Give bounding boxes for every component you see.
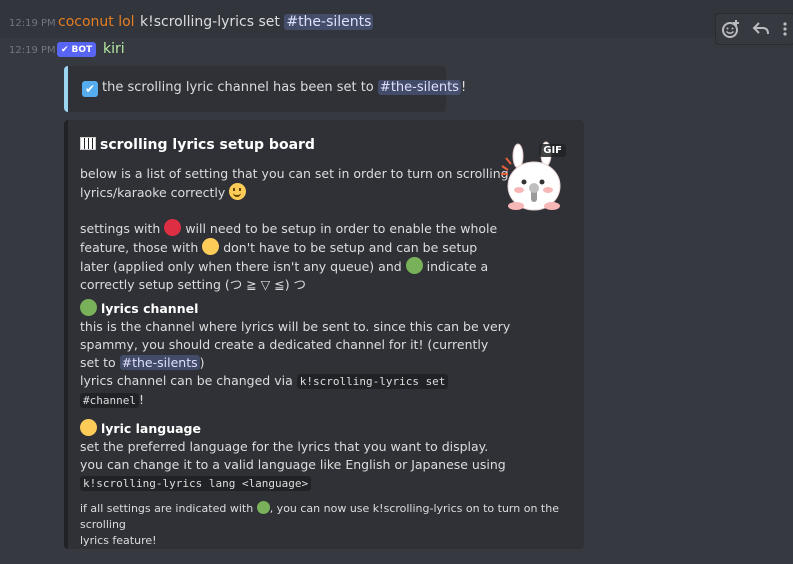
channel-mention[interactable]: #the-silents (119, 355, 200, 370)
field-line: set to #the-silents) (80, 354, 510, 372)
legend-part: settings with (80, 221, 161, 236)
smile-emoji-icon (229, 183, 247, 200)
bot-badge-label: BOT (71, 44, 93, 55)
legend-part: indicate a (426, 259, 489, 274)
message-author[interactable]: coconut lol (58, 14, 135, 30)
legend-part: later (applied only when there isn't any… (80, 259, 402, 274)
field-text: ! (138, 392, 144, 407)
hash-icon: # (379, 80, 391, 95)
field-line: spammy, you should create a dedicated ch… (80, 337, 489, 352)
yellow-circle-icon (202, 238, 220, 255)
confirm-text: ✔ the scrolling lyric channel has been se… (82, 80, 466, 97)
embed-title-text: scrolling lyrics setup board (100, 137, 315, 153)
red-circle-icon (164, 219, 182, 236)
footer-line: lyrics feature! (80, 534, 157, 547)
yellow-circle-icon (80, 419, 97, 436)
field-line: k!scrolling-lyrics lang <language> (80, 474, 506, 493)
legend-part: don't have to be setup and can be setup (223, 240, 478, 255)
legend-part: will need to be setup in order to enable… (185, 221, 498, 236)
message-timestamp: 12:19 PM (9, 18, 56, 29)
intro-text: below is a list of setting that you can … (80, 165, 509, 202)
field-lyric-language: lyric language set the preferred languag… (80, 419, 506, 493)
confirm-embed: ✔ the scrolling lyric channel has been se… (64, 66, 466, 112)
footer-note: if all settings are indicated with , you… (80, 501, 584, 549)
green-circle-icon (256, 501, 270, 514)
more-icon (783, 22, 787, 36)
legend-line: feature, those with don't have to be set… (80, 238, 497, 257)
bot-badge: ✔ BOT (57, 42, 97, 57)
legend-text: settings with will need to be setup in o… (80, 219, 497, 294)
embed-title: scrolling lyrics setup board (80, 137, 315, 153)
channel-mention[interactable]: #the-silents (377, 80, 461, 95)
field-line: you can change it to a valid language li… (80, 457, 506, 472)
reply-icon (752, 22, 769, 35)
add-reaction-button[interactable] (716, 14, 746, 44)
footer-line: if all settings are indicated with , you… (80, 501, 584, 533)
confirm-suffix: ! (460, 80, 467, 95)
channel-mention-name: the-silents (390, 80, 459, 95)
green-circle-icon (80, 299, 97, 316)
legend-line: later (applied only when there isn't any… (80, 257, 497, 276)
field-name-line: lyrics channel (80, 299, 510, 318)
intro-line: lyrics/karaoke correctly (80, 183, 509, 202)
command-text: k!scrolling-lyrics set (140, 14, 280, 30)
setup-embed: scrolling lyrics setup board below is a … (64, 120, 584, 549)
legend-line: settings with will need to be setup in o… (80, 219, 497, 238)
inline-code: #channel (80, 393, 139, 408)
field-text: set to (80, 355, 116, 370)
green-circle-icon (405, 257, 423, 274)
field-text: lyrics channel can be changed via (80, 373, 293, 388)
confirm-message: the scrolling lyric channel has been set… (102, 80, 374, 95)
field-lyrics-channel: lyrics channel this is the channel where… (80, 299, 510, 410)
channel-mention[interactable]: #the-silents (284, 14, 374, 30)
message-timestamp: 12:19 PM (9, 45, 56, 56)
field-line: #channel! (80, 391, 510, 410)
inline-code: k!scrolling-lyrics lang <language> (80, 476, 312, 491)
inline-code: k!scrolling-lyrics set (296, 374, 449, 389)
piano-icon (80, 137, 96, 150)
intro-line: below is a list of setting that you can … (80, 166, 509, 181)
embed-thumbnail-gif[interactable]: GIF (498, 136, 570, 212)
intro-line-text: lyrics/karaoke correctly (80, 185, 226, 200)
message-author[interactable]: kiri (103, 41, 125, 57)
field-name: lyrics channel (100, 301, 199, 316)
legend-part: feature, those with (80, 240, 199, 255)
field-name-line: lyric language (80, 419, 506, 438)
reply-button[interactable] (746, 14, 776, 44)
message-content: k!scrolling-lyrics set #the-silents (140, 14, 374, 30)
field-name: lyric language (100, 421, 201, 436)
field-line: set the preferred language for the lyric… (80, 439, 489, 454)
field-line: this is the channel where lyrics will be… (80, 319, 511, 334)
more-options-button[interactable] (776, 14, 793, 44)
hash-icon: # (121, 355, 133, 370)
add-reaction-icon (722, 20, 739, 38)
footer-text: if all settings are indicated with (80, 502, 254, 515)
legend-line: correctly setup setting (つ ≧ ▽ ≦) つ (80, 277, 307, 292)
checkbox-emoji-icon: ✔ (82, 81, 98, 97)
field-text: ) (199, 355, 205, 370)
message-toolbar (715, 13, 793, 45)
hash-icon: # (286, 14, 299, 30)
channel-mention-name: the-silents (298, 14, 372, 30)
field-line: lyrics channel can be changed via k!scro… (80, 372, 510, 391)
gif-badge: GIF (539, 144, 566, 157)
check-icon: ✔ (61, 44, 69, 55)
channel-mention-name: the-silents (132, 355, 198, 370)
